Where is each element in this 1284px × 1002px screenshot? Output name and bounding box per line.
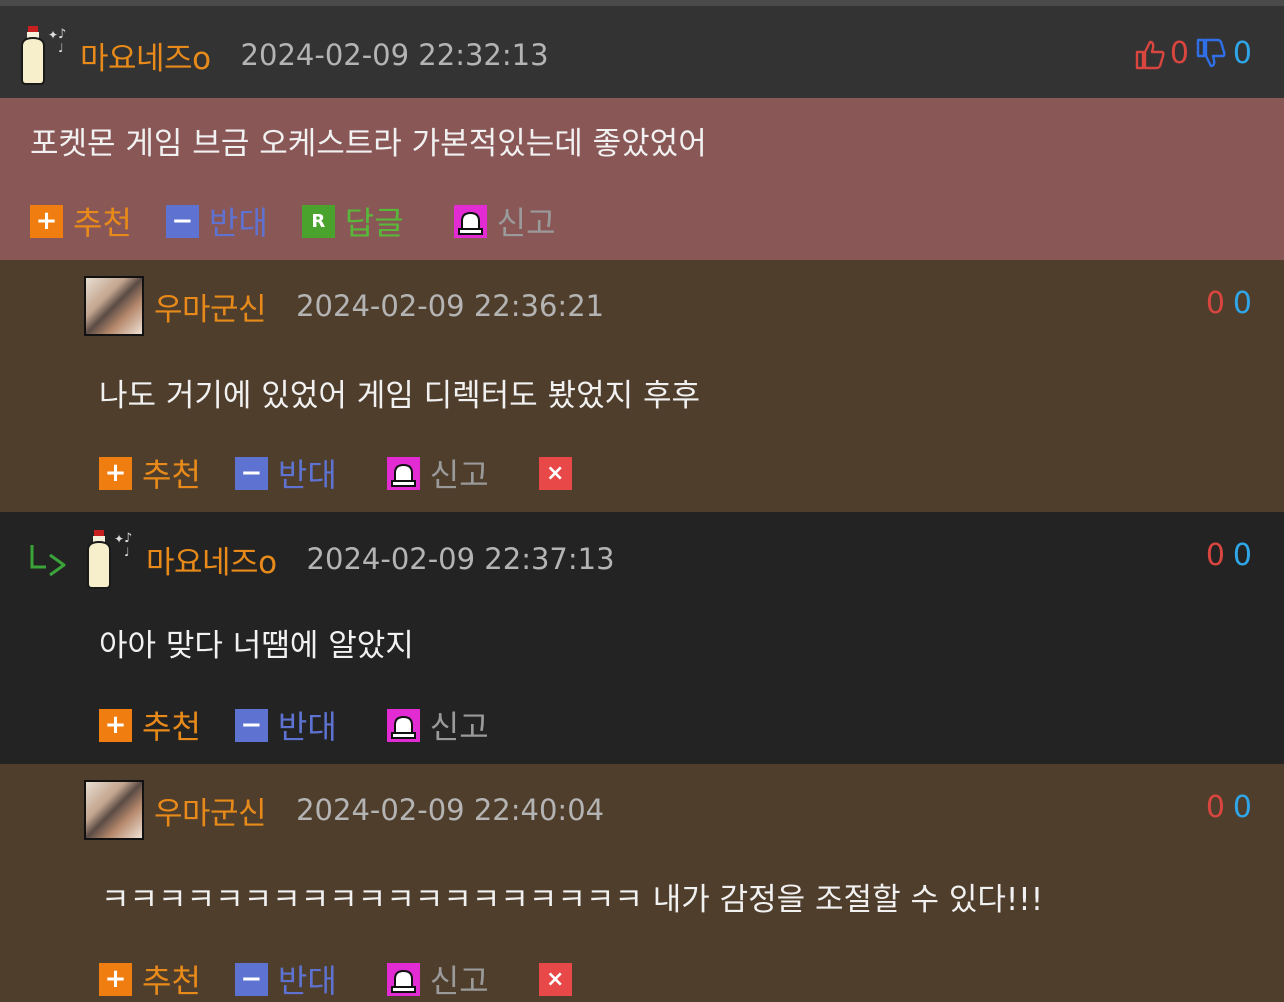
oppose-button[interactable]: − 반대 [234,956,337,1002]
report-button[interactable]: 신고 [386,702,489,748]
like-count: 0 [1169,36,1189,71]
vote-counts: 0 0 [1206,286,1252,321]
plus-icon: + [99,708,132,742]
comment-1-body: 포켓몬 게임 브금 오케스트라 가본적있는데 좋았었어 + 추천 − 반대 R … [0,98,1284,260]
comment-content: 아아 맞다 너땜에 알았지 [99,628,414,664]
svg-text:✦: ✦ [48,28,58,42]
mayonnaise-bottle-icon: ✦ ♪ ♩ [21,26,66,85]
oppose-button[interactable]: − 반대 [234,702,337,748]
oppose-button[interactable]: − 반대 [165,198,268,244]
svg-text:♪: ♪ [124,531,132,546]
thumbs-down-icon[interactable] [1195,38,1227,70]
reply-button[interactable]: R 답글 [301,198,404,244]
mayonnaise-bottle-icon: ✦ ♪ ♩ [87,530,132,589]
dislike-count: 0 [1232,538,1252,573]
plus-icon: + [99,456,132,490]
dislike-count: 0 [1232,790,1252,825]
comment-date: 2024-02-09 22:32:13 [240,38,549,72]
svg-text:♪: ♪ [58,27,66,42]
avatar[interactable] [84,780,144,840]
svg-text:♩: ♩ [124,545,130,559]
avatar[interactable] [84,276,144,336]
vote-counts: 0 0 [1206,790,1252,825]
close-icon: × [538,962,572,996]
siren-icon [386,456,420,490]
recommend-button[interactable]: + 추천 [99,956,201,1002]
vote-counts: 0 0 [1134,36,1252,71]
comment-date: 2024-02-09 22:37:13 [306,542,615,576]
thumbs-up-icon[interactable] [1134,38,1166,70]
siren-icon [453,204,487,238]
comment-nickname[interactable]: 마요네즈o [146,537,277,582]
dislike-count: 0 [1232,36,1252,71]
comment-content: 나도 거기에 있었어 게임 디렉터도 봤었지 후후 [99,378,701,414]
minus-icon: − [234,456,268,490]
comment-content: 포켓몬 게임 브금 오케스트라 가본적있는데 좋았었어 [30,126,707,162]
vote-counts: 0 0 [1206,538,1252,573]
oppose-button[interactable]: − 반대 [234,450,337,496]
comment-content: ㅋㅋㅋㅋㅋㅋㅋㅋㅋㅋㅋㅋㅋㅋㅋㅋㅋㅋㅋ 내가 감정을 조절할 수 있다!!! [101,882,1044,918]
like-count: 0 [1205,538,1225,573]
comment-2: 우마군신 2024-02-09 22:36:21 0 0 나도 거기에 있었어 … [0,260,1284,512]
plus-icon: + [99,962,132,996]
minus-icon: − [234,708,268,742]
plus-icon: + [30,204,63,238]
recommend-button[interactable]: + 추천 [30,198,132,244]
recommend-button[interactable]: + 추천 [99,450,201,496]
minus-icon: − [165,204,199,238]
svg-text:♩: ♩ [58,41,64,55]
report-button[interactable]: 신고 [386,956,489,1002]
comment-nickname[interactable]: 마요네즈o [80,33,211,78]
close-icon: × [538,456,572,490]
siren-icon [386,708,420,742]
svg-text:✦: ✦ [114,532,124,546]
report-button[interactable]: 신고 [386,450,489,496]
comment-date: 2024-02-09 22:36:21 [296,289,605,323]
minus-icon: − [234,962,268,996]
like-count: 0 [1205,790,1225,825]
dislike-count: 0 [1232,286,1252,321]
report-button[interactable]: 신고 [453,198,556,244]
siren-icon [386,962,420,996]
comment-3: ✦ ♪ ♩ 마요네즈o 2024-02-09 22:37:13 0 0 아아 맞… [0,512,1284,764]
recommend-button[interactable]: + 추천 [99,702,201,748]
reply-icon: R [301,204,335,238]
delete-button[interactable]: × [538,456,582,490]
comment-nickname[interactable]: 우마군신 [154,284,267,329]
comment-1-header: ✦ ♪ ♩ 마요네즈o 2024-02-09 22:32:13 0 0 [0,6,1284,98]
reply-arrow-icon [30,545,66,577]
comment-nickname[interactable]: 우마군신 [154,788,267,833]
comment-date: 2024-02-09 22:40:04 [296,793,605,827]
delete-button[interactable]: × [538,962,582,996]
like-count: 0 [1205,286,1225,321]
comment-4: 우마군신 2024-02-09 22:40:04 0 0 ㅋㅋㅋㅋㅋㅋㅋㅋㅋㅋㅋ… [0,764,1284,1002]
